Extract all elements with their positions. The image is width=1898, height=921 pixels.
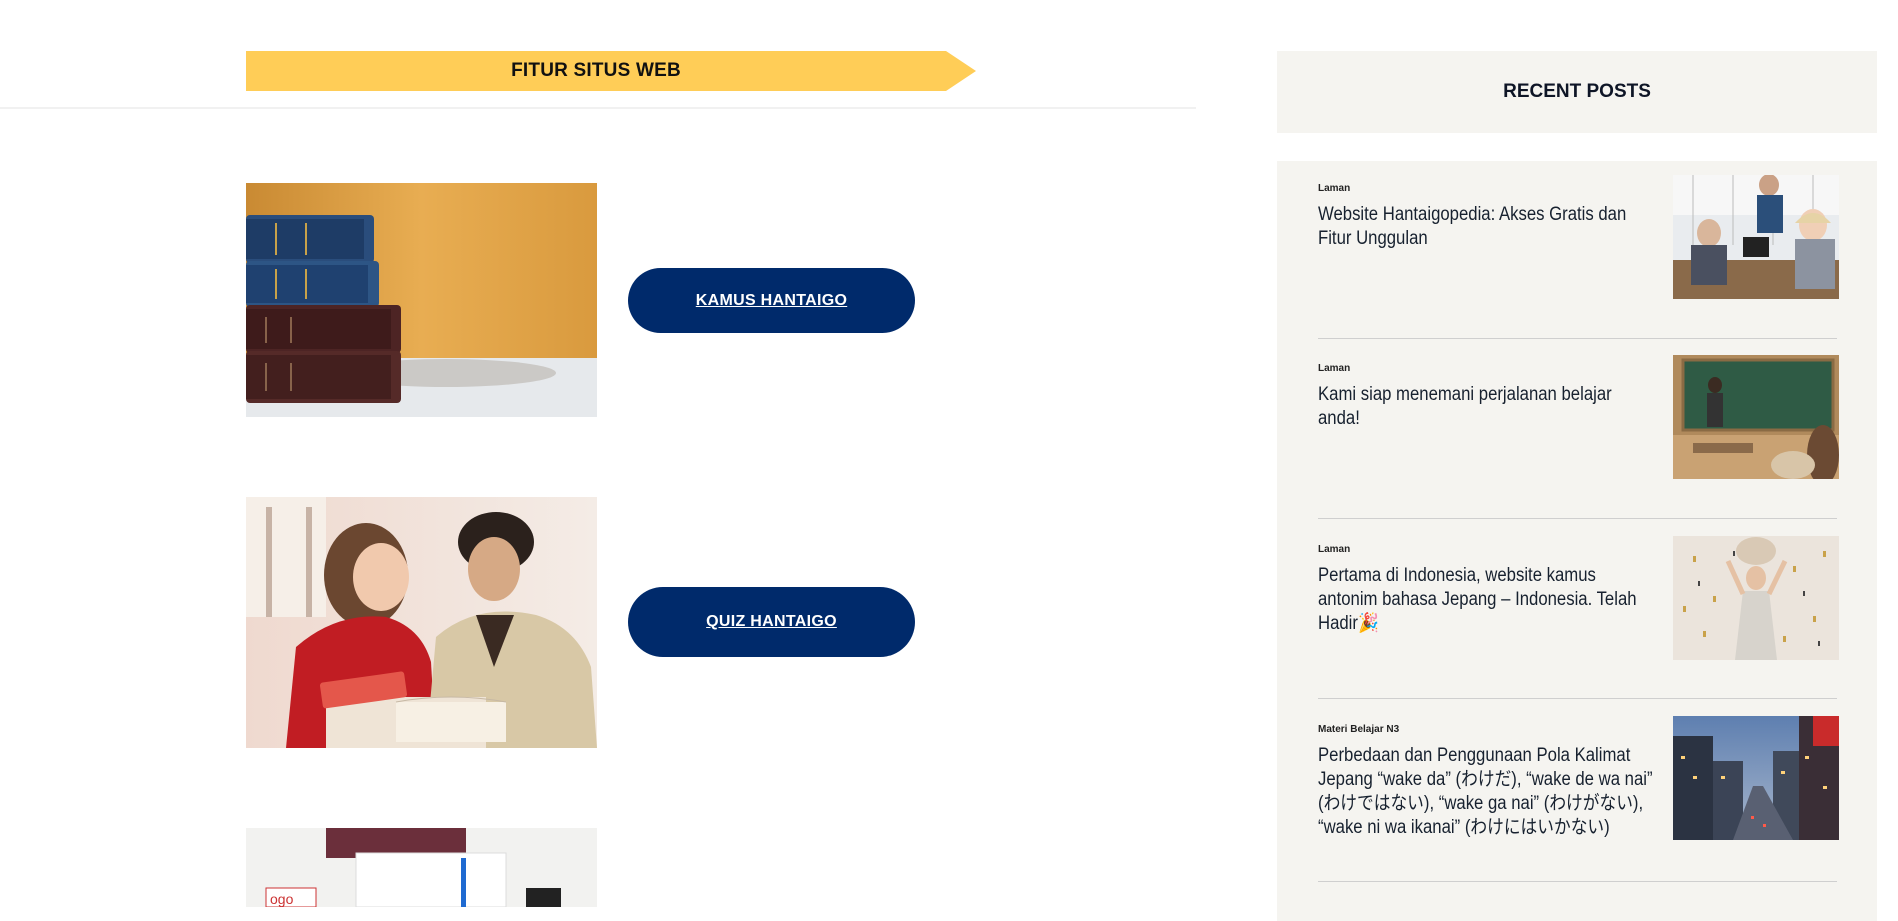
post-separator <box>1318 698 1837 699</box>
books-image <box>246 183 597 417</box>
post-title-link[interactable]: Kami siap menemani perjalanan belajar an… <box>1318 383 1658 431</box>
post-category[interactable]: Materi Belajar N3 <box>1318 724 1399 735</box>
post-category[interactable]: Laman <box>1318 183 1350 194</box>
post-separator <box>1318 338 1837 339</box>
kamus-hantaigo-button[interactable]: KAMUS HANTAIGO <box>628 268 915 333</box>
recent-posts-header: RECENT POSTS <box>1277 51 1877 133</box>
couple-reading-image <box>246 497 597 748</box>
section-divider <box>0 107 1196 109</box>
post-separator <box>1318 518 1837 519</box>
feature-banner: FITUR SITUS WEB <box>246 51 976 91</box>
post-thumbnail[interactable] <box>1673 355 1839 479</box>
recent-posts-title: RECENT POSTS <box>1503 81 1651 102</box>
post-title-link[interactable]: Pertama di Indonesia, website kamus anto… <box>1318 564 1658 636</box>
post-thumbnail[interactable] <box>1673 716 1839 840</box>
quiz-hantaigo-button[interactable]: QUIZ HANTAIGO <box>628 587 915 657</box>
banner-title: FITUR SITUS WEB <box>511 60 681 81</box>
post-thumbnail[interactable] <box>1673 536 1839 660</box>
svg-text:ogo: ogo <box>270 891 294 907</box>
post-separator <box>1318 881 1837 882</box>
recent-posts-list: Laman Website Hantaigopedia: Akses Grati… <box>1277 161 1877 921</box>
post-category[interactable]: Laman <box>1318 544 1350 555</box>
post-title-link[interactable]: Perbedaan dan Penggunaan Pola Kalimat Je… <box>1318 744 1658 840</box>
post-thumbnail[interactable] <box>1673 175 1839 299</box>
study-desk-image: ogo <box>246 828 597 907</box>
post-title-link[interactable]: Website Hantaigopedia: Akses Gratis dan … <box>1318 203 1658 251</box>
post-category[interactable]: Laman <box>1318 363 1350 374</box>
